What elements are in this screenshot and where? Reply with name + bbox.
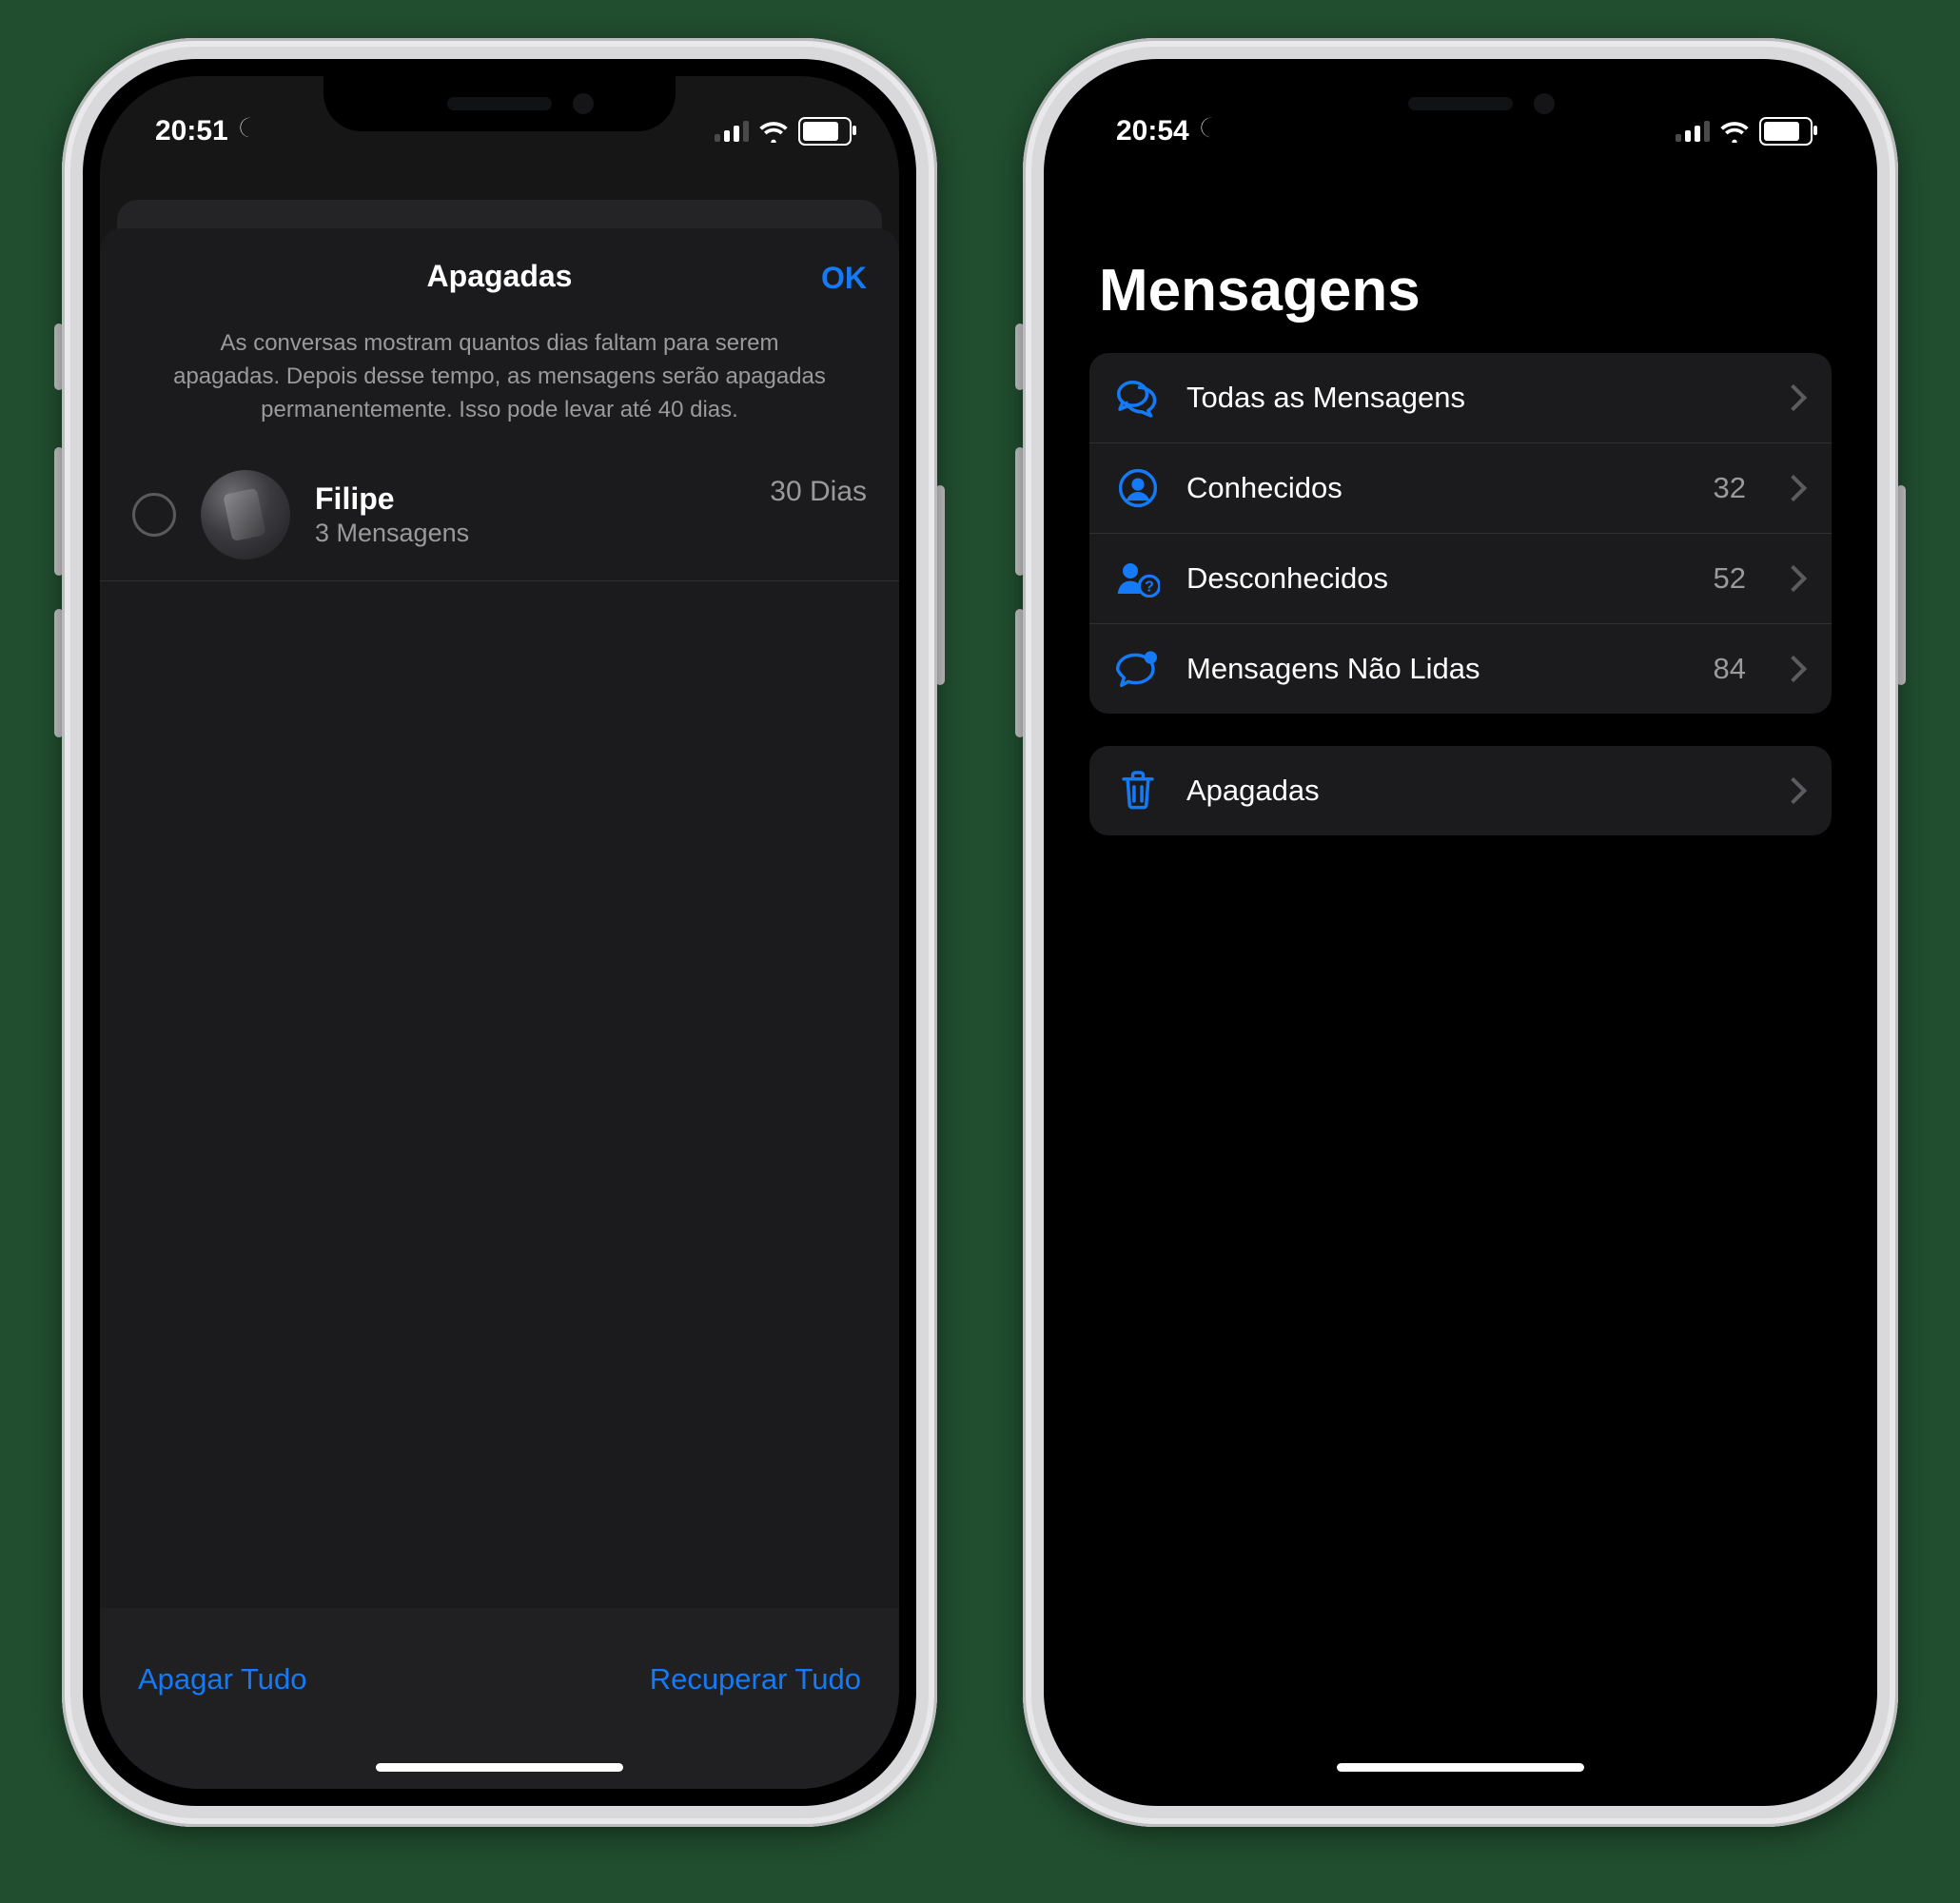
unread-bubble-icon <box>1114 645 1162 693</box>
deleted-label: Apagadas <box>1186 774 1746 808</box>
cellular-signal-icon <box>1676 121 1710 142</box>
battery-icon <box>798 117 852 146</box>
battery-icon <box>1759 117 1813 146</box>
person-circle-icon <box>1114 464 1162 512</box>
wifi-icon <box>1719 120 1750 143</box>
chevron-right-icon <box>1780 777 1807 804</box>
delete-all-button[interactable]: Apagar Tudo <box>138 1662 307 1697</box>
status-time: 20:54 <box>1116 115 1189 147</box>
notch <box>1284 76 1637 131</box>
recover-all-button[interactable]: Recuperar Tudo <box>650 1662 861 1697</box>
chat-bubbles-icon <box>1114 374 1162 422</box>
svg-text:?: ? <box>1145 579 1154 595</box>
conversation-subtitle: 3 Mensagens <box>315 519 745 548</box>
modal-description: As conversas mostram quantos dias faltam… <box>100 324 899 455</box>
chevron-right-icon <box>1780 475 1807 501</box>
filter-label: Mensagens Não Lidas <box>1186 652 1689 686</box>
home-indicator[interactable] <box>1337 1763 1584 1772</box>
filter-label: Conhecidos <box>1186 471 1689 505</box>
filter-row-all-messages[interactable]: Todas as Mensagens <box>1089 353 1832 442</box>
filter-row-known[interactable]: Conhecidos 32 <box>1089 442 1832 533</box>
trash-icon <box>1114 767 1162 814</box>
deleted-list: Apagadas <box>1089 746 1832 835</box>
modal-title: Apagadas <box>427 259 573 294</box>
phone-right: 20:54 <box>1023 38 1898 1827</box>
filter-row-unknown[interactable]: ? Desconhecidos 52 <box>1089 533 1832 623</box>
home-indicator[interactable] <box>376 1763 623 1772</box>
filter-count: 84 <box>1714 652 1746 686</box>
screen-deleted-conversations: 20:51 <box>100 76 899 1789</box>
chevron-right-icon <box>1780 565 1807 592</box>
do-not-disturb-icon <box>1199 115 1224 147</box>
wifi-icon <box>758 120 789 143</box>
filter-label: Todas as Mensagens <box>1186 381 1721 415</box>
filter-list: Todas as Mensagens Conhecidos 32 ? <box>1089 353 1832 714</box>
filter-row-unread[interactable]: Mensagens Não Lidas 84 <box>1089 623 1832 714</box>
do-not-disturb-icon <box>238 115 263 147</box>
days-remaining: 30 Dias <box>770 476 867 508</box>
chevron-right-icon <box>1780 656 1807 682</box>
person-question-icon: ? <box>1114 555 1162 602</box>
filter-label: Desconhecidos <box>1186 561 1689 596</box>
avatar <box>201 470 290 559</box>
phone-left: 20:51 <box>62 38 937 1827</box>
conversation-name: Filipe <box>315 481 745 517</box>
filter-count: 32 <box>1714 471 1746 505</box>
cellular-signal-icon <box>715 121 749 142</box>
status-time: 20:51 <box>155 115 228 147</box>
select-circle-icon[interactable] <box>132 493 176 537</box>
notch <box>323 76 676 131</box>
deleted-row[interactable]: Apagadas <box>1089 746 1832 835</box>
ok-button[interactable]: OK <box>821 261 867 296</box>
bottom-toolbar: Apagar Tudo Recuperar Tudo <box>100 1608 899 1789</box>
filter-count: 52 <box>1714 561 1746 596</box>
chevron-right-icon <box>1780 384 1807 411</box>
screen-messages-filters: 20:54 <box>1061 76 1860 1789</box>
deleted-modal: Apagadas OK As conversas mostram quantos… <box>100 228 899 1789</box>
conversation-row[interactable]: Filipe 3 Mensagens 30 Dias <box>100 455 899 581</box>
